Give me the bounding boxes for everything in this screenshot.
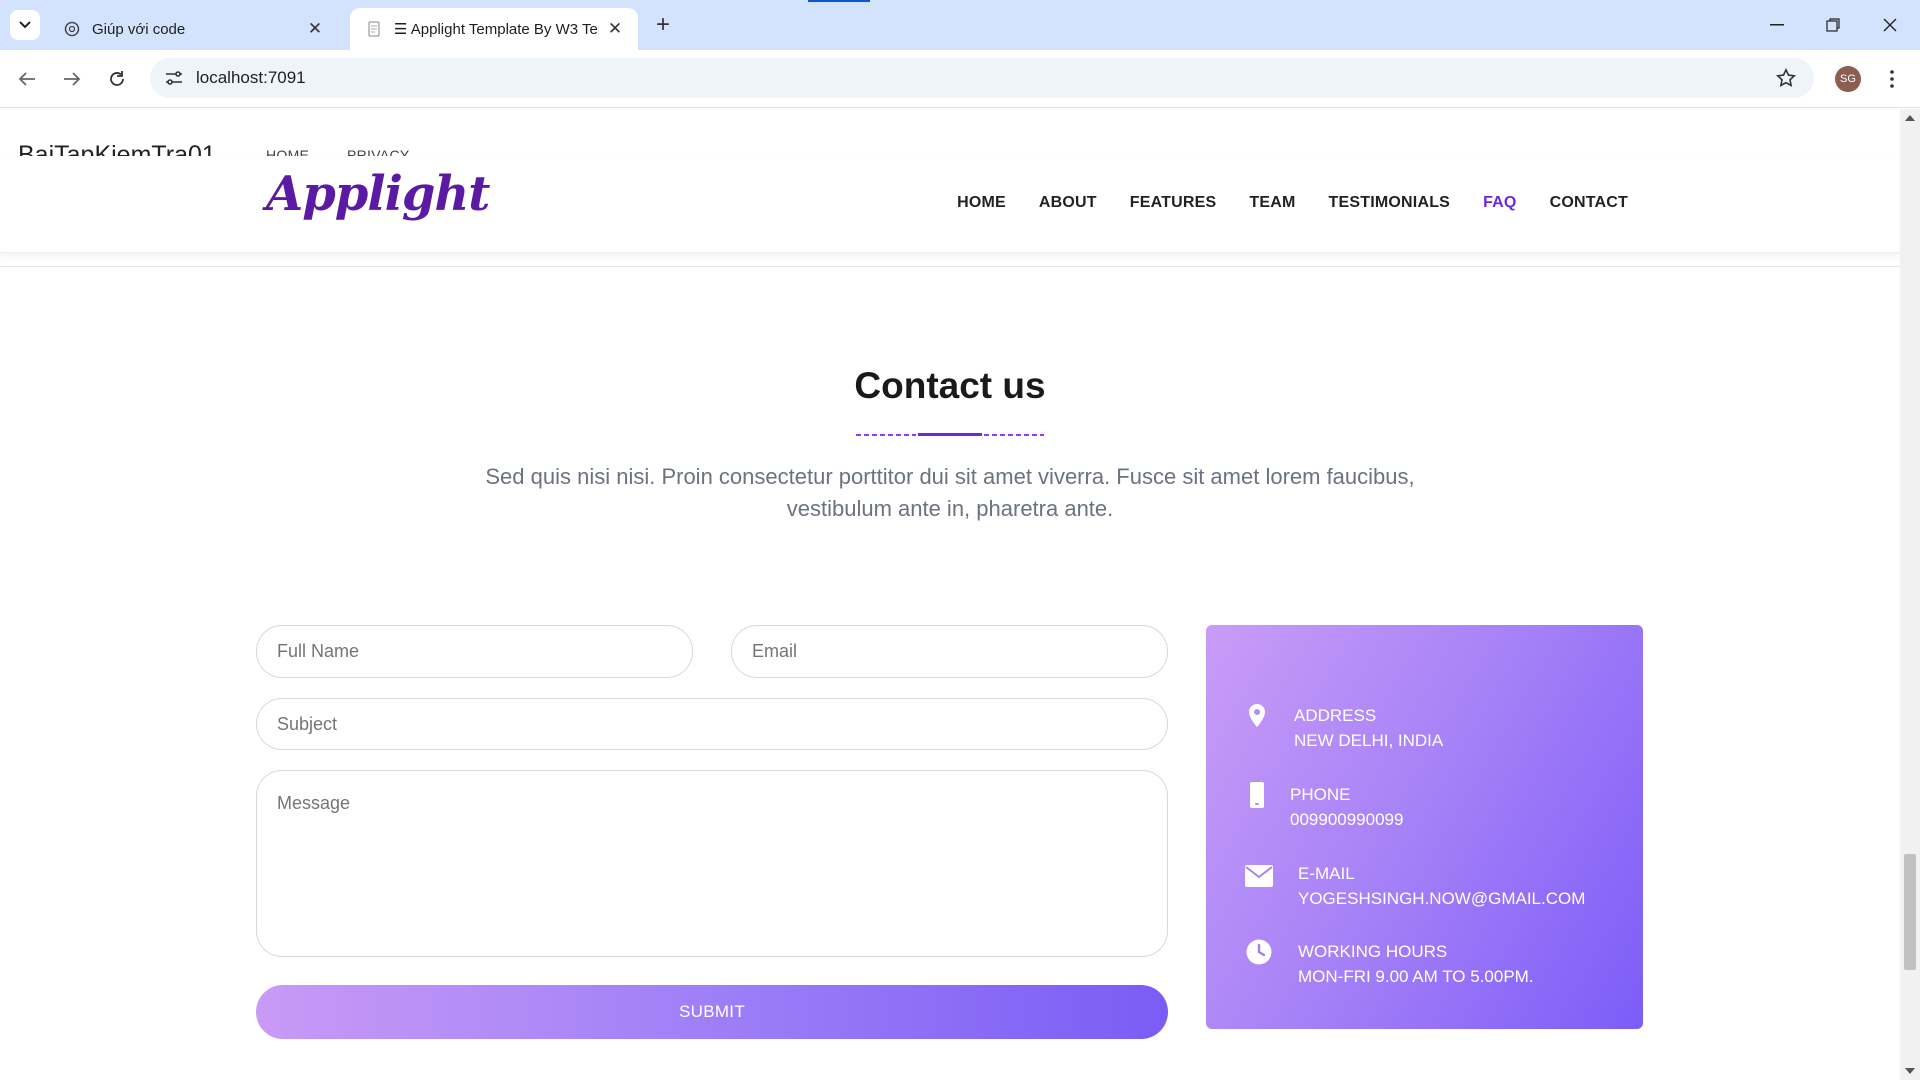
main-menu: HOME ABOUT FEATURES TEAM TESTIMONIALS FA…: [957, 194, 1628, 212]
underlying-navbar: BaiTapKiemTra01 HOME PRIVACY: [0, 109, 1900, 157]
url-text[interactable]: localhost:7091: [196, 68, 306, 88]
close-icon[interactable]: ✕: [306, 19, 324, 38]
back-button[interactable]: [14, 66, 40, 92]
forward-button[interactable]: [59, 66, 85, 92]
minimize-button[interactable]: [1757, 10, 1797, 40]
tab-search-button[interactable]: [10, 10, 40, 40]
info-label: WORKING HOURS: [1298, 942, 1448, 961]
info-email: E-MAIL YOGESHSINGH.NOW@GMAIL.COM: [1244, 861, 1585, 911]
info-value: 009900990099: [1290, 810, 1404, 829]
section-description: Sed quis nisi nisi. Proin consectetur po…: [485, 464, 1415, 521]
scroll-down-arrow-icon[interactable]: [1905, 1068, 1915, 1074]
site-logo[interactable]: Applight: [266, 166, 490, 222]
restore-button[interactable]: [1813, 10, 1853, 40]
nav-item-about[interactable]: ABOUT: [1039, 194, 1097, 212]
chatgpt-icon: [64, 21, 80, 37]
info-label: ADDRESS: [1294, 706, 1377, 725]
info-value: MON-FRI 9.00 AM TO 5.00PM.: [1298, 967, 1534, 986]
info-value: YOGESHSINGH.NOW@GMAIL.COM: [1298, 889, 1586, 908]
divider-line: [0, 266, 1900, 267]
envelope-icon: [1244, 861, 1274, 887]
subject-input[interactable]: [256, 698, 1168, 750]
browser-tab-active[interactable]: ☰ Applight Template By W3 Ter ✕: [350, 8, 638, 50]
address-bar[interactable]: localhost:7091: [150, 58, 1814, 98]
nav-item-testimonials[interactable]: TESTIMONIALS: [1329, 194, 1451, 212]
arrow-right-icon: [64, 72, 81, 86]
close-icon: [1883, 18, 1897, 32]
site-settings-icon[interactable]: [162, 66, 186, 90]
arrow-left-icon: [18, 72, 35, 86]
loading-indicator: [808, 0, 870, 2]
info-hours: WORKING HOURS MON-FRI 9.00 AM TO 5.00PM.: [1244, 939, 1534, 989]
section-title: Contact us: [854, 365, 1046, 406]
clock-icon: [1244, 939, 1274, 965]
nav-item-contact[interactable]: CONTACT: [1550, 194, 1628, 212]
browser-toolbar: localhost:7091 SG: [0, 50, 1920, 108]
reload-button[interactable]: [104, 66, 130, 92]
email-input[interactable]: [731, 625, 1168, 678]
info-label: PHONE: [1290, 785, 1351, 804]
title-divider: [856, 433, 1044, 437]
tab-title: ☰ Applight Template By W3 Ter: [394, 21, 599, 38]
menu-kebab-icon[interactable]: [1882, 66, 1902, 92]
info-address: ADDRESS NEW DELHI, INDIA: [1244, 703, 1443, 753]
reload-icon: [110, 71, 124, 86]
full-name-input[interactable]: [256, 625, 693, 678]
site-header: Applight HOME ABOUT FEATURES TEAM TESTIM…: [0, 156, 1900, 253]
nav-item-faq[interactable]: FAQ: [1483, 194, 1517, 212]
browser-tab-bar: Giúp với code ✕ ☰ Applight Template By W…: [0, 0, 1920, 50]
message-textarea[interactable]: [256, 770, 1168, 957]
underlying-brand[interactable]: BaiTapKiemTra01: [18, 141, 216, 157]
page-scrollbar[interactable]: [1900, 109, 1920, 1080]
info-phone: PHONE 009900990099: [1244, 782, 1403, 832]
new-tab-button[interactable]: +: [650, 13, 676, 39]
close-window-button[interactable]: [1870, 10, 1910, 40]
bookmark-star-icon[interactable]: [1774, 66, 1798, 90]
nav-item-features[interactable]: FEATURES: [1130, 194, 1217, 212]
profile-avatar[interactable]: SG: [1835, 66, 1861, 92]
map-pin-icon: [1244, 703, 1270, 729]
nav-item-home[interactable]: HOME: [957, 194, 1006, 212]
nav-item-team[interactable]: TEAM: [1249, 194, 1295, 212]
document-icon: [368, 21, 380, 37]
info-label: E-MAIL: [1298, 864, 1355, 883]
info-value: NEW DELHI, INDIA: [1294, 731, 1444, 750]
close-icon[interactable]: ✕: [606, 19, 624, 38]
phone-icon: [1244, 782, 1270, 808]
restore-icon: [1826, 18, 1840, 32]
submit-button[interactable]: SUBMIT: [256, 985, 1168, 1039]
page-viewport: BaiTapKiemTra01 HOME PRIVACY Applight HO…: [0, 109, 1920, 1080]
minimize-icon: [1770, 24, 1784, 26]
contact-info-card: ADDRESS NEW DELHI, INDIA PHONE 009900990…: [1206, 625, 1643, 1029]
tab-title: Giúp với code: [92, 20, 186, 38]
scroll-up-arrow-icon[interactable]: [1905, 115, 1915, 121]
chevron-down-icon: [19, 21, 31, 29]
browser-tab[interactable]: Giúp với code ✕: [48, 8, 338, 50]
scrollbar-thumb[interactable]: [1904, 854, 1916, 970]
